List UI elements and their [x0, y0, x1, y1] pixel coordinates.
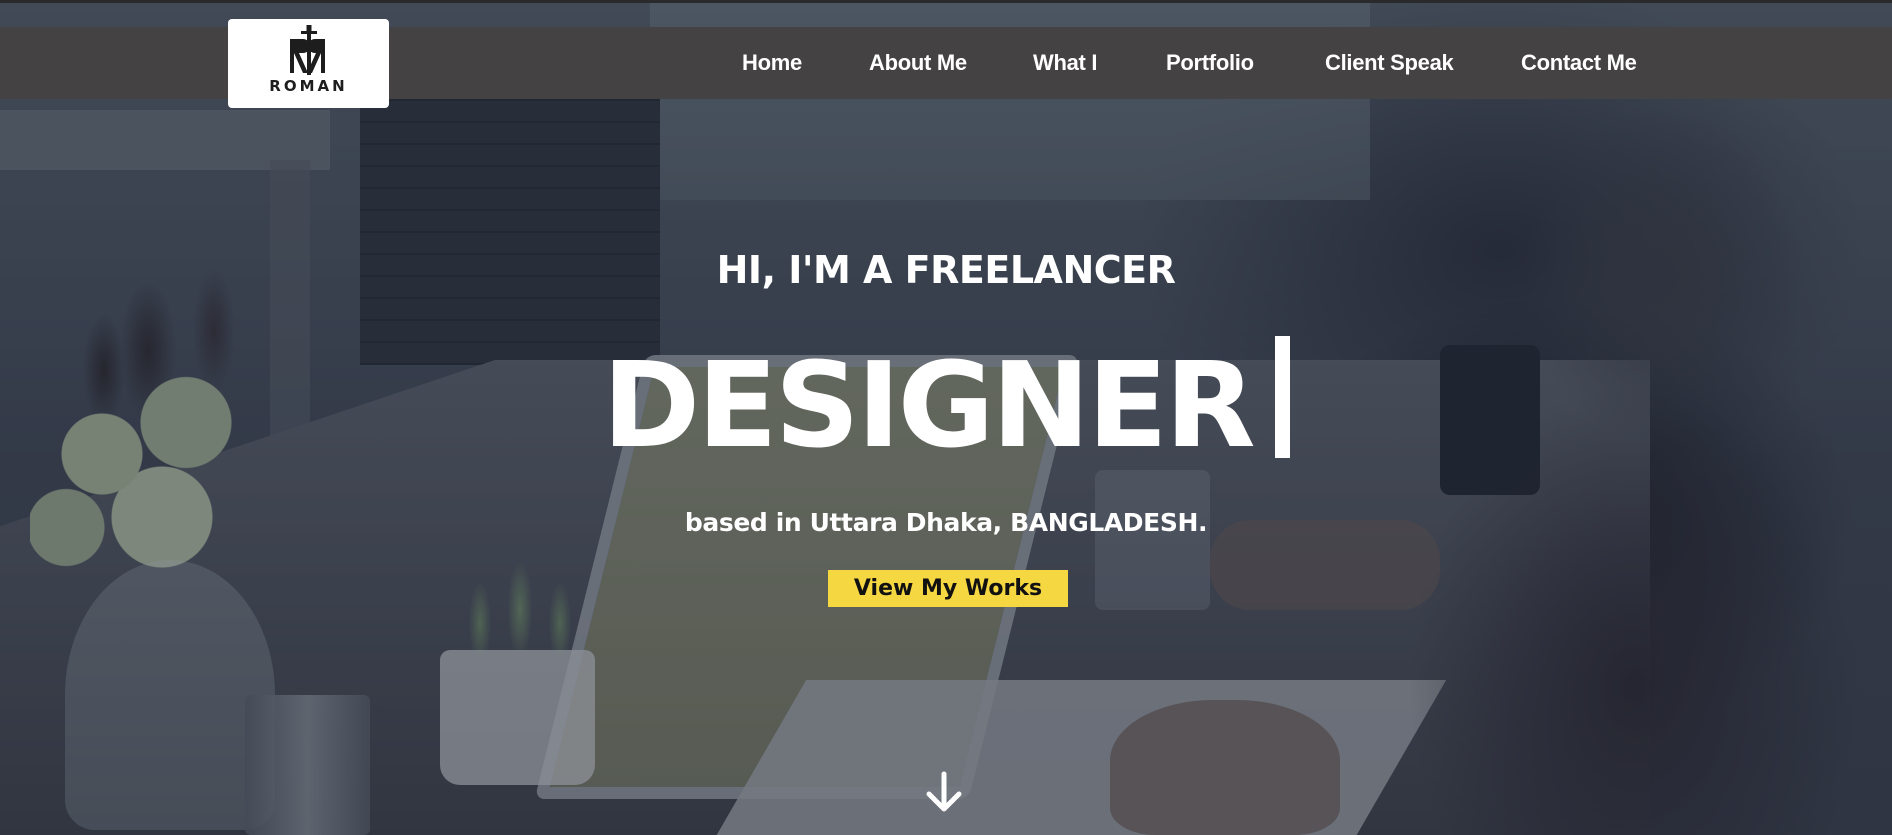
typing-cursor [1274, 336, 1290, 458]
hero-subtitle: HI, I'M A FREELANCER [716, 248, 1176, 292]
arrow-down-icon [926, 771, 962, 812]
view-my-works-button[interactable]: View My Works [828, 570, 1068, 607]
hero-role-line: DESIGNER [0, 335, 1892, 475]
hero-role: DESIGNER [602, 336, 1256, 474]
hero-content: HI, I'M A FREELANCER DESIGNER based in U… [0, 0, 1892, 835]
hero-location: based in Uttara Dhaka, BANGLADESH. [684, 508, 1208, 537]
scroll-down-button[interactable] [922, 770, 966, 814]
